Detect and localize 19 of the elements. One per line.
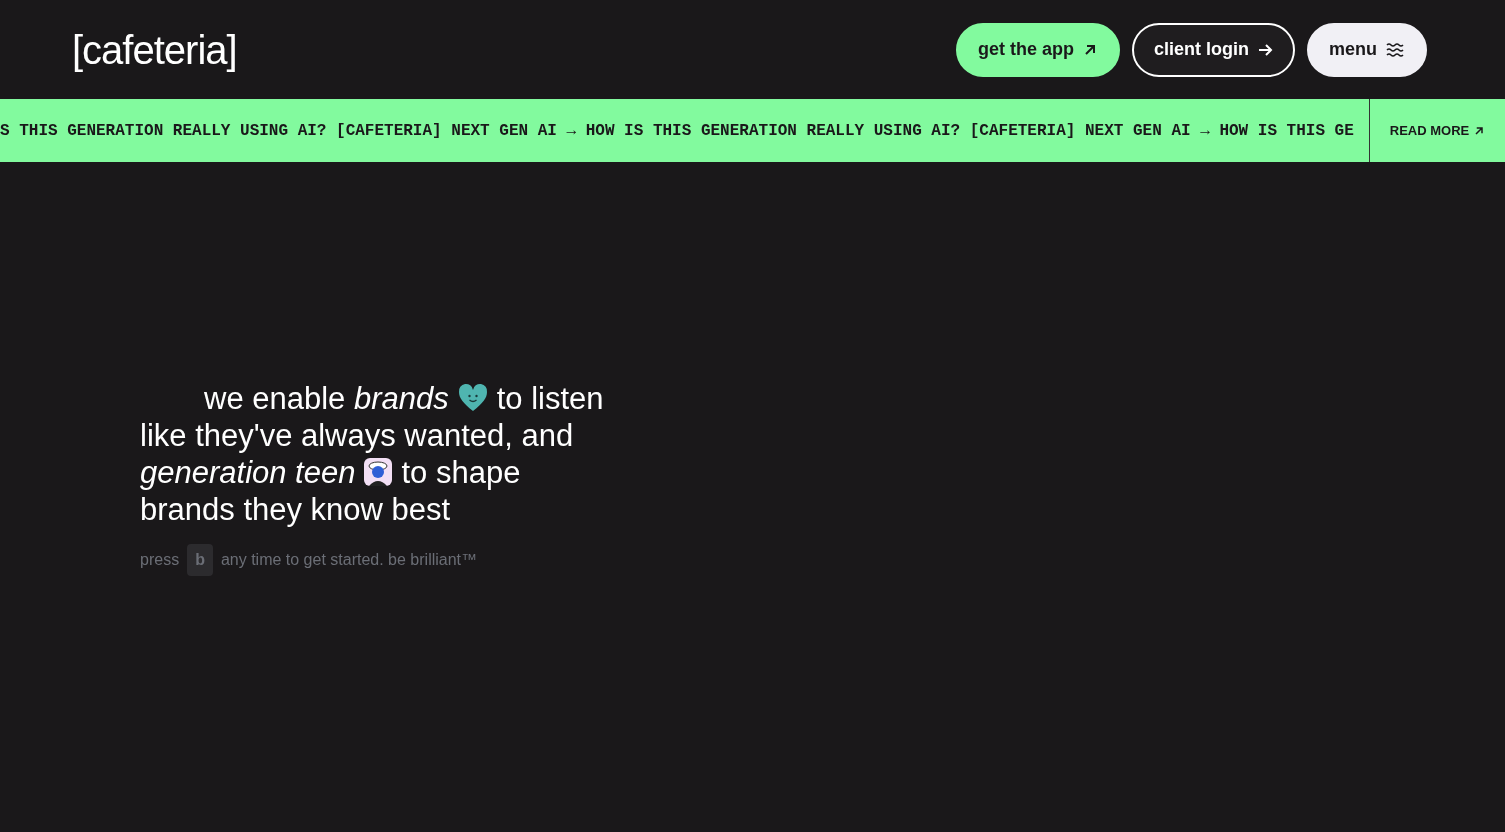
hint-text: press [140, 549, 180, 570]
headline-text: like they've always wanted, and [140, 416, 574, 454]
headline-text: brands they know best [140, 490, 451, 528]
headline-text: generation teen [140, 453, 356, 491]
hint-text: any time to get started. be brilliant™ [220, 549, 478, 570]
nav-button[interactable]: client login [1131, 22, 1295, 77]
teen-figure-icon [363, 457, 394, 487]
menu-button[interactable]: menu [1307, 22, 1427, 77]
ticker-text: S THIS GENERATION REALLY USING AI? [CAFETERIA] NEXT GEN AI → HOW IS THIS GENERATION REALLY USING AI? [CAFETERIA] NEXT GEN AI → HOW IS THIS GE [0, 120, 1354, 142]
keyboard-key: b [187, 543, 213, 576]
headline-text: we enable brands [204, 379, 449, 417]
nav-button[interactable]: get the app [955, 22, 1120, 77]
smiling-heart-icon [456, 383, 489, 413]
headline-text: to shape [401, 453, 521, 491]
arrow-up-right-icon [1473, 124, 1486, 137]
headline-text: to listen [496, 379, 604, 417]
arrow-right-icon [1257, 41, 1273, 58]
logo[interactable]: [cafeteria] [72, 19, 237, 80]
read-more-link[interactable]: READ MORE [1370, 99, 1505, 162]
